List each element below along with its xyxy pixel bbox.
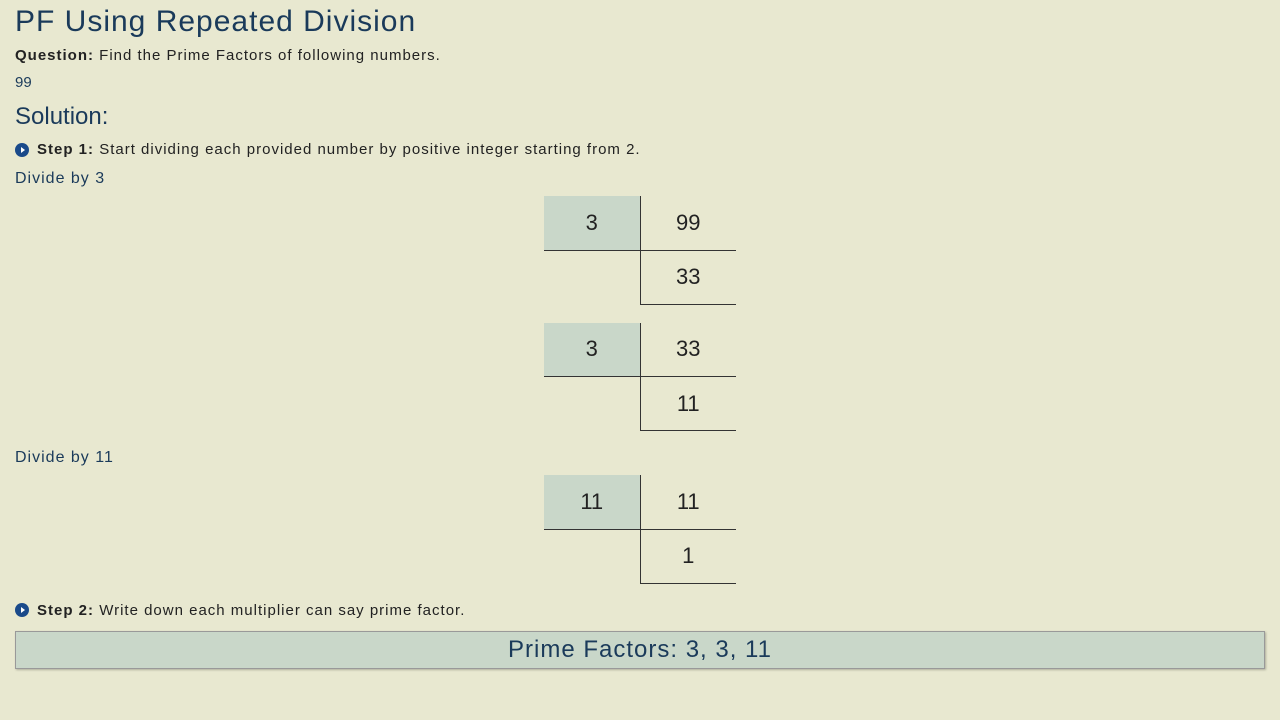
dividend-cell: 33 — [640, 323, 736, 377]
empty-cell — [544, 529, 640, 583]
dividend-cell: 99 — [640, 196, 736, 250]
question-text: Find the Prime Factors of following numb… — [99, 47, 441, 64]
step-2-line: Step 2: Write down each multiplier can s… — [15, 602, 1265, 619]
arrow-bullet-icon — [15, 603, 29, 617]
solution-heading: Solution: — [15, 103, 1265, 131]
empty-cell — [544, 250, 640, 304]
step-2-label: Step 2: — [37, 602, 94, 619]
quotient-cell: 1 — [640, 529, 736, 583]
quotient-cell: 11 — [640, 377, 736, 431]
page-title: PF Using Repeated Division — [15, 5, 1265, 39]
quotient-cell: 33 — [640, 250, 736, 304]
divisor-cell: 11 — [544, 475, 640, 529]
divide-by-3-label: Divide by 3 — [15, 170, 1265, 188]
divisor-cell: 3 — [544, 196, 640, 250]
empty-cell — [544, 377, 640, 431]
dividend-cell: 11 — [640, 475, 736, 529]
divisor-cell: 3 — [544, 323, 640, 377]
division-op-3: 11 11 1 — [15, 475, 1265, 584]
step-2-text: Write down each multiplier can say prime… — [99, 602, 465, 619]
arrow-bullet-icon — [15, 143, 29, 157]
step-1-text: Start dividing each provided number by p… — [99, 141, 640, 158]
answer-box: Prime Factors: 3, 3, 11 — [15, 631, 1265, 669]
division-op-1: 3 99 33 — [15, 196, 1265, 305]
step-1-label: Step 1: — [37, 141, 94, 158]
divide-by-11-label: Divide by 11 — [15, 449, 1265, 467]
step-1-line: Step 1: Start dividing each provided num… — [15, 141, 1265, 158]
question-label: Question: — [15, 47, 94, 64]
target-number: 99 — [15, 74, 1265, 91]
division-op-2: 3 33 11 — [15, 323, 1265, 432]
question-line: Question: Find the Prime Factors of foll… — [15, 47, 1265, 64]
